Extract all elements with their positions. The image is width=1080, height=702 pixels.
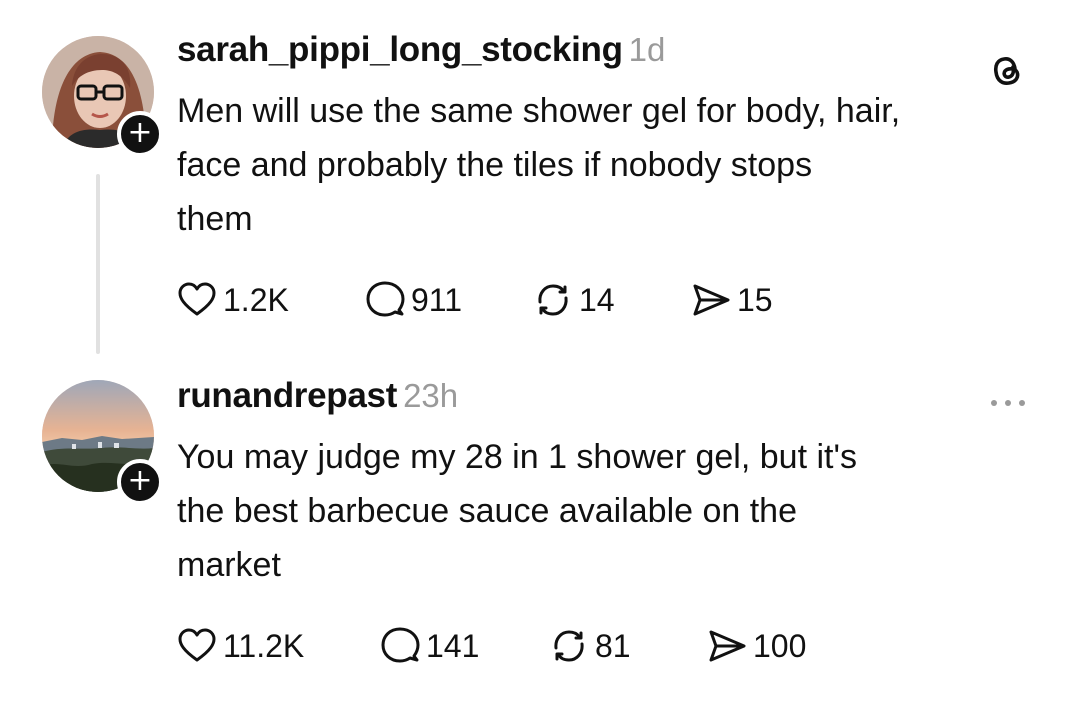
username[interactable]: sarah_pippi_long_stocking <box>177 30 623 69</box>
reply-count: 141 <box>426 627 480 664</box>
post-text-line: them <box>177 200 253 238</box>
send-icon <box>709 630 746 662</box>
like-count: 11.2K <box>223 627 305 664</box>
thread-connector-line <box>96 174 100 354</box>
repost-count: 81 <box>595 627 631 664</box>
post-text: Men will use the same shower gel for bod… <box>177 84 1037 246</box>
follow-button[interactable]: + <box>117 111 163 157</box>
like-button[interactable]: 1.2K <box>177 278 289 322</box>
share-count: 15 <box>737 281 773 318</box>
post-2: + runandrepast 23h You may judge my 28 in… <box>0 360 1080 702</box>
more-options-icon[interactable] <box>987 382 1029 424</box>
comment-icon <box>366 281 405 317</box>
post-text-line: Men will use the same shower gel for bod… <box>177 92 901 130</box>
reply-count: 911 <box>411 281 463 318</box>
post-text-line: face and probably the tiles if nobody st… <box>177 146 813 184</box>
timestamp: 23h <box>403 377 459 414</box>
post-text-line: You may judge my 28 in 1 shower gel, but… <box>177 438 857 476</box>
timestamp: 1d <box>628 31 666 68</box>
like-button[interactable]: 11.2K <box>177 624 304 668</box>
repost-icon <box>538 284 568 316</box>
post-header: sarah_pippi_long_stocking 1d <box>177 30 665 70</box>
share-count: 100 <box>753 627 807 664</box>
post-text: You may judge my 28 in 1 shower gel, but… <box>177 430 1037 592</box>
post-text-line: the best barbecue sauce available on the <box>177 492 798 530</box>
share-button[interactable]: 15 <box>691 278 773 322</box>
comment-icon <box>381 627 420 663</box>
follow-button[interactable]: + <box>117 459 163 505</box>
repost-button[interactable]: 81 <box>549 624 631 668</box>
reply-button[interactable]: 911 <box>365 278 462 322</box>
username[interactable]: runandrepast <box>177 376 397 415</box>
like-count: 1.2K <box>223 281 289 318</box>
heart-icon <box>178 628 216 662</box>
repost-button[interactable]: 14 <box>533 278 615 322</box>
share-button[interactable]: 100 <box>707 624 806 668</box>
post-header: runandrepast 23h <box>177 376 458 416</box>
repost-icon <box>554 630 584 662</box>
post-text-line: market <box>177 546 281 584</box>
reply-button[interactable]: 141 <box>380 624 479 668</box>
heart-icon <box>178 282 216 316</box>
post-1: + sarah_pippi_long_stocking 1d Men will u… <box>0 0 1080 360</box>
send-icon <box>693 284 730 316</box>
repost-count: 14 <box>579 281 615 318</box>
